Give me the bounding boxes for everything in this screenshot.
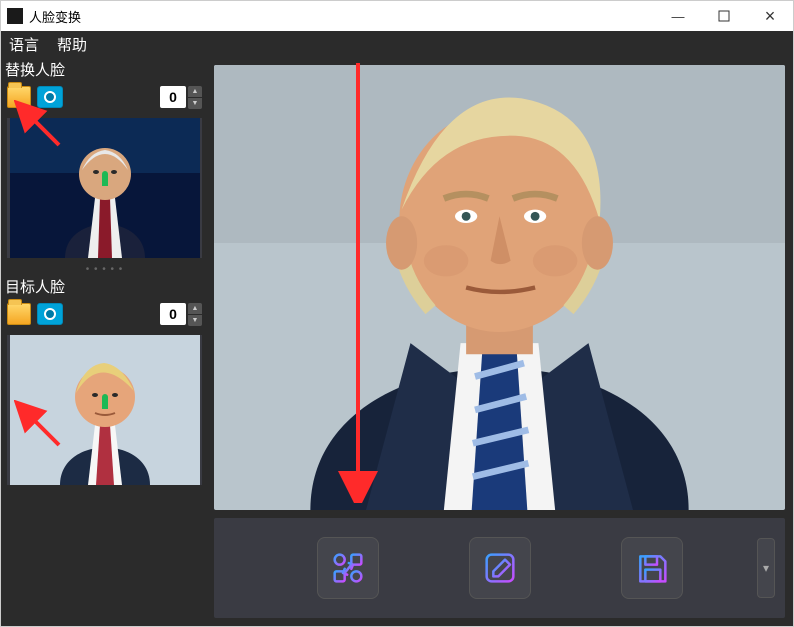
replace-face-panel: 替换人脸 0 ▲ ▼ bbox=[1, 57, 208, 264]
menu-help[interactable]: 帮助 bbox=[57, 34, 87, 55]
swap-button[interactable] bbox=[317, 537, 379, 599]
folder-icon[interactable] bbox=[7, 303, 31, 325]
camera-icon[interactable] bbox=[37, 303, 63, 325]
target-face-panel: 目标人脸 0 ▲ ▼ bbox=[1, 274, 208, 491]
menu-language[interactable]: 语言 bbox=[9, 34, 39, 55]
save-button[interactable] bbox=[621, 537, 683, 599]
chevron-down-icon: ▾ bbox=[763, 561, 769, 575]
edit-button[interactable] bbox=[469, 537, 531, 599]
titlebar: 人脸变换 — × bbox=[1, 1, 793, 31]
main-area: ▾ bbox=[208, 57, 793, 626]
replace-face-thumbnail[interactable] bbox=[7, 118, 202, 258]
sidebar: 替换人脸 0 ▲ ▼ bbox=[1, 57, 208, 626]
folder-icon[interactable] bbox=[7, 86, 31, 108]
panel-divider[interactable]: • • • • • bbox=[1, 264, 208, 274]
replace-index-stepper[interactable]: 0 ▲ ▼ bbox=[160, 86, 202, 109]
menubar: 语言 帮助 bbox=[1, 31, 793, 57]
target-index-value: 0 bbox=[160, 303, 186, 325]
action-bar: ▾ bbox=[214, 518, 785, 618]
close-button[interactable]: × bbox=[747, 1, 793, 31]
app-icon bbox=[7, 8, 23, 24]
maximize-button[interactable] bbox=[701, 1, 747, 31]
camera-icon[interactable] bbox=[37, 86, 63, 108]
stepper-down-icon[interactable]: ▼ bbox=[188, 98, 202, 109]
target-face-thumbnail[interactable] bbox=[7, 335, 202, 485]
minimize-button[interactable]: — bbox=[655, 1, 701, 31]
stepper-up-icon[interactable]: ▲ bbox=[188, 303, 202, 314]
window-title: 人脸变换 bbox=[29, 7, 81, 26]
replace-index-value: 0 bbox=[160, 86, 186, 108]
target-face-title: 目标人脸 bbox=[1, 274, 208, 299]
target-index-stepper[interactable]: 0 ▲ ▼ bbox=[160, 303, 202, 326]
stepper-down-icon[interactable]: ▼ bbox=[188, 315, 202, 326]
result-preview bbox=[214, 65, 785, 510]
stepper-up-icon[interactable]: ▲ bbox=[188, 86, 202, 97]
replace-face-title: 替换人脸 bbox=[1, 57, 208, 82]
save-options-dropdown[interactable]: ▾ bbox=[757, 538, 775, 598]
